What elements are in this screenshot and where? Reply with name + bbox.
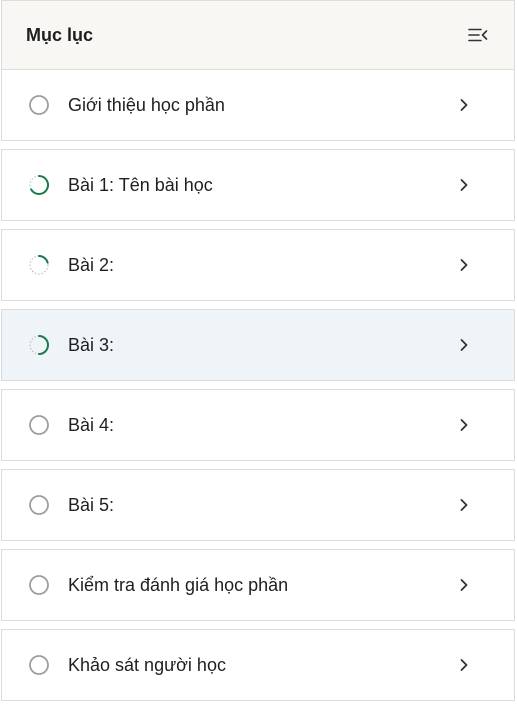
progress-circle-icon xyxy=(28,94,50,116)
table-of-contents-panel: Mục lục Giới thiệu học phần Bài 1: Tên b… xyxy=(1,0,515,705)
toc-header: Mục lục xyxy=(1,0,515,70)
toc-item-label: Bài 5: xyxy=(68,494,115,515)
chevron-right-icon xyxy=(454,335,474,355)
toc-item-label: Bài 3: xyxy=(68,334,115,355)
chevron-right-icon xyxy=(454,95,474,115)
toc-item-label: Khảo sát người học xyxy=(68,654,226,675)
toc-item-label: Giới thiệu học phần xyxy=(68,94,225,115)
toc-item-label: Kiểm tra đánh giá học phần xyxy=(68,574,289,595)
progress-circle-icon xyxy=(28,574,50,596)
toc-item-kiem-tra-danh-gia[interactable]: Kiểm tra đánh giá học phần xyxy=(1,549,515,621)
chevron-right-icon xyxy=(454,655,474,675)
toc-item-khao-sat-nguoi-hoc[interactable]: Khảo sát người học xyxy=(1,629,515,701)
toc-item-label: Bài 2: xyxy=(68,254,115,275)
toc-item-label: Bài 4: xyxy=(68,414,115,435)
chevron-right-icon xyxy=(454,495,474,515)
chevron-right-icon xyxy=(454,175,474,195)
progress-circle-icon xyxy=(28,654,50,676)
progress-circle-icon xyxy=(28,414,50,436)
collapse-toc-button[interactable] xyxy=(466,23,490,47)
chevron-right-icon xyxy=(454,575,474,595)
chevron-right-icon xyxy=(454,415,474,435)
toc-item-label: Bài 1: Tên bài học xyxy=(68,174,213,195)
progress-circle-icon xyxy=(28,254,50,276)
progress-circle-icon xyxy=(28,334,50,356)
toc-item-gioi-thieu-hoc-phan[interactable]: Giới thiệu học phần xyxy=(1,69,515,141)
toc-item-bai-3[interactable]: Bài 3: xyxy=(1,309,515,381)
toc-item-bai-2[interactable]: Bài 2: xyxy=(1,229,515,301)
toc-item-bai-1[interactable]: Bài 1: Tên bài học xyxy=(1,149,515,221)
toc-item-bai-5[interactable]: Bài 5: xyxy=(1,469,515,541)
progress-circle-icon xyxy=(28,174,50,196)
progress-circle-icon xyxy=(28,494,50,516)
toc-title: Mục lục xyxy=(26,24,94,45)
toc-item-bai-4[interactable]: Bài 4: xyxy=(1,389,515,461)
chevron-right-icon xyxy=(454,255,474,275)
collapse-menu-icon xyxy=(468,28,488,42)
